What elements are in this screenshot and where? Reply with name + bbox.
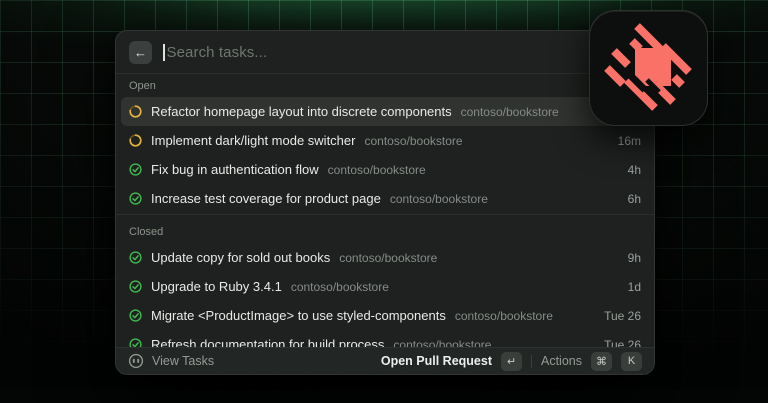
task-repo: contoso/bookstore: [291, 280, 389, 294]
footer-divider: [531, 355, 532, 368]
task-title: Upgrade to Ruby 3.4.1: [151, 279, 282, 294]
task-title: Increase test coverage for product page: [151, 191, 381, 206]
check-circle-icon: [129, 338, 142, 347]
glitch-arrow-logo-icon: [601, 20, 697, 116]
task-repo: contoso/bookstore: [364, 134, 462, 148]
check-circle-icon: [129, 251, 142, 264]
check-circle-icon: [129, 192, 142, 205]
task-repo: contoso/bookstore: [339, 251, 437, 265]
task-row[interactable]: Upgrade to Ruby 3.4.1 contoso/bookstore 1d: [121, 272, 649, 301]
bottom-letterbox-bar: [0, 389, 768, 403]
task-title: Refactor homepage layout into discrete c…: [151, 104, 452, 119]
task-timestamp: 9h: [628, 251, 641, 265]
task-row[interactable]: Refactor homepage layout into discrete c…: [121, 97, 649, 126]
task-title: Implement dark/light mode switcher: [151, 133, 355, 148]
in-progress-icon: [129, 134, 142, 147]
task-timestamp: 6h: [628, 192, 641, 206]
section-header-open: Open: [116, 75, 654, 97]
task-timestamp: Tue 26: [604, 338, 641, 348]
task-title: Migrate <ProductImage> to use styled-com…: [151, 308, 446, 323]
actions-menu-button[interactable]: Actions: [541, 354, 582, 368]
task-row[interactable]: Migrate <ProductImage> to use styled-com…: [121, 301, 649, 330]
back-button[interactable]: ←: [129, 41, 152, 64]
agent-logo-badge: [589, 10, 708, 126]
search-placeholder: Search tasks...: [167, 44, 268, 61]
command-key-badge[interactable]: ⌘: [591, 352, 612, 371]
enter-key-badge[interactable]: ↵: [501, 352, 522, 371]
task-timestamp: 16m: [618, 134, 641, 148]
check-circle-icon: [129, 163, 142, 176]
in-progress-icon: [129, 105, 142, 118]
task-row[interactable]: Update copy for sold out books contoso/bo…: [121, 243, 649, 272]
task-timestamp: Tue 26: [604, 309, 641, 323]
open-pull-request-button[interactable]: Open Pull Request: [381, 354, 492, 368]
footer-bar: View Tasks Open Pull Request ↵ Actions ⌘…: [116, 347, 654, 374]
task-repo: contoso/bookstore: [393, 338, 491, 348]
text-caret: [163, 44, 165, 61]
task-repo: contoso/bookstore: [328, 163, 426, 177]
task-row[interactable]: Fix bug in authentication flow contoso/bo…: [121, 155, 649, 184]
copilot-icon: [128, 353, 144, 369]
task-title: Update copy for sold out books: [151, 250, 330, 265]
task-repo: contoso/bookstore: [461, 105, 559, 119]
view-tasks-label: View Tasks: [152, 354, 214, 368]
search-bar: ← Search tasks...: [116, 31, 654, 74]
view-tasks-button[interactable]: View Tasks: [128, 353, 214, 369]
task-row[interactable]: Increase test coverage for product page c…: [121, 184, 649, 213]
task-search-modal: ← Search tasks... Open Refactor homepage …: [115, 30, 655, 375]
check-circle-icon: [129, 309, 142, 322]
arrow-left-icon: ←: [134, 46, 147, 59]
task-row[interactable]: Refresh documentation for build process c…: [121, 330, 649, 347]
footer-actions: Open Pull Request ↵ Actions ⌘ K: [381, 352, 642, 371]
task-list[interactable]: Open Refactor homepage layout into discre…: [116, 74, 654, 347]
check-circle-icon: [129, 280, 142, 293]
task-timestamp: 4h: [628, 163, 641, 177]
task-repo: contoso/bookstore: [390, 192, 488, 206]
section-header-closed: Closed: [116, 214, 654, 243]
task-title: Refresh documentation for build process: [151, 337, 384, 347]
search-input[interactable]: Search tasks...: [163, 44, 641, 61]
task-timestamp: 1d: [628, 280, 641, 294]
task-row[interactable]: Implement dark/light mode switcher contos…: [121, 126, 649, 155]
task-title: Fix bug in authentication flow: [151, 162, 319, 177]
task-repo: contoso/bookstore: [455, 309, 553, 323]
k-key-badge[interactable]: K: [621, 352, 642, 371]
